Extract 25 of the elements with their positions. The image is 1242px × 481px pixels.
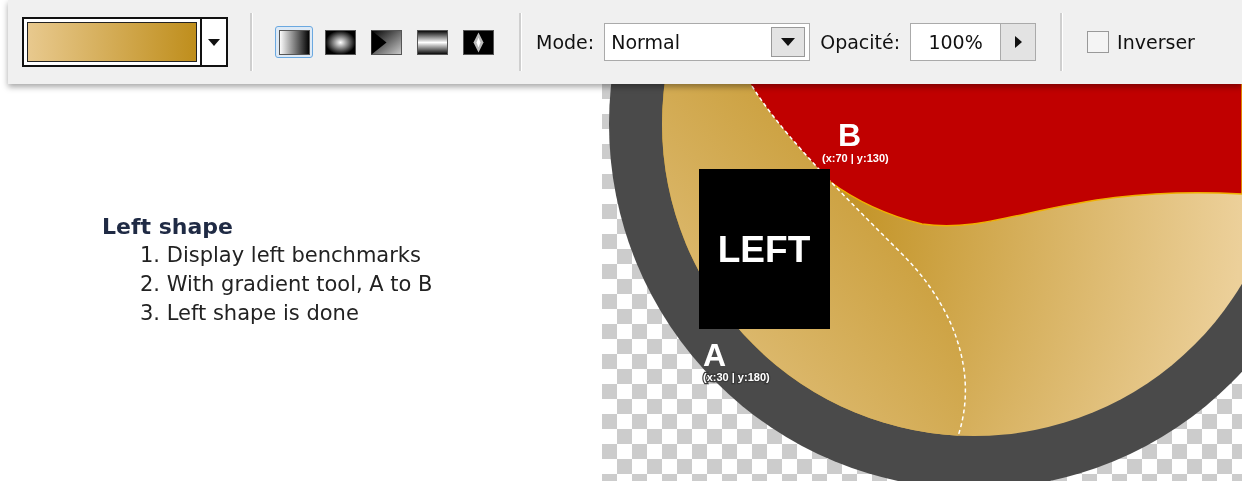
gradient-picker[interactable] [22, 17, 228, 67]
gradient-icon [324, 29, 356, 55]
gradient-icon [462, 29, 494, 55]
step-text: 2. With gradient tool, A to B [140, 271, 434, 298]
invert-checkbox[interactable] [1087, 31, 1110, 53]
invert-label: Inverser [1117, 31, 1195, 53]
gradient-icon [278, 29, 310, 55]
point-label: A [703, 337, 727, 373]
linear-gradient-button[interactable] [275, 26, 313, 58]
step-text: 3. Left shape is done [140, 300, 360, 327]
caret-icon [208, 38, 220, 46]
opacity-field[interactable]: 100% [910, 23, 1001, 61]
opacity-slider-button[interactable] [1000, 23, 1037, 61]
mode-label: Mode: [536, 31, 595, 53]
section-title: Left shape [102, 214, 234, 239]
gradient-icon [370, 29, 402, 55]
opacity-label: Opacité: [820, 31, 901, 53]
box-label: LEFT [717, 229, 811, 270]
mode-dropdown[interactable]: Normal [604, 23, 811, 61]
gradient-icon [416, 29, 448, 55]
step-text: 1. Display left benchmarks [140, 242, 422, 269]
caret-icon [781, 38, 796, 46]
caret-icon [1014, 36, 1022, 48]
point-label: B [838, 117, 862, 153]
point-coordinates: (x:70 | y:130) [822, 152, 889, 164]
